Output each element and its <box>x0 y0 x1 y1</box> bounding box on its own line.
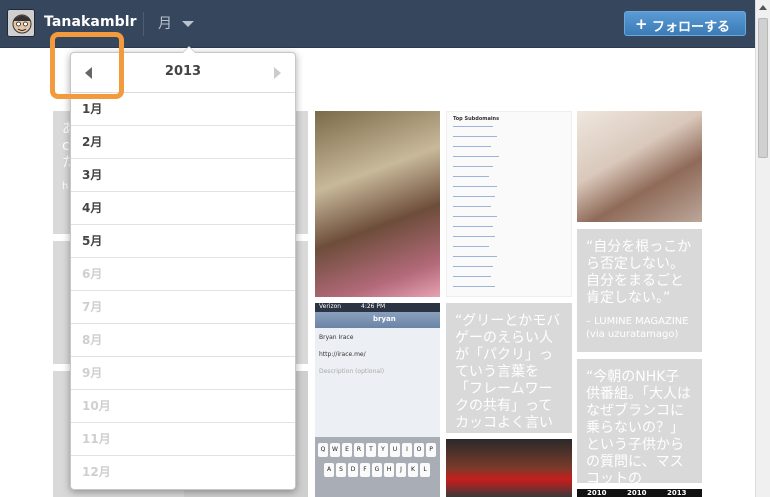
month-picker-dropdown: 2013 1月 2月 3月 4月 5月 6月 7月 8月 9月 10月 11月 … <box>70 46 296 490</box>
photo-post-tile[interactable]: Top Subdomains <box>446 111 572 297</box>
stats-row <box>453 176 489 177</box>
stats-row <box>453 156 499 157</box>
stats-title: Top Subdomains <box>453 116 500 122</box>
month-item-dec: 12月 <box>82 465 111 479</box>
key: P <box>426 443 436 457</box>
key: T <box>366 443 376 457</box>
phone-user: bryan <box>373 315 396 323</box>
month-item-may[interactable]: 5月 <box>71 225 295 258</box>
year-label: 2010 <box>627 489 647 497</box>
stats-row <box>453 266 493 267</box>
key: O <box>414 443 424 457</box>
key: A <box>324 463 334 477</box>
follow-button[interactable]: + フォローする <box>624 11 746 36</box>
phone-nav-bar: bryan <box>315 312 440 328</box>
key: I <box>402 443 412 457</box>
stats-row <box>453 216 497 217</box>
month-item-jun: 6月 <box>71 258 295 291</box>
key: H <box>384 463 394 477</box>
stats-row <box>453 236 495 237</box>
key: L <box>420 463 430 477</box>
key: D <box>348 463 358 477</box>
key: U <box>390 443 400 457</box>
stats-row <box>453 286 495 287</box>
key: Y <box>378 443 388 457</box>
month-item-aug: 8月 <box>71 324 295 357</box>
phone-url: http://irace.me/ <box>319 351 366 358</box>
month-item-sep: 9月 <box>71 357 295 390</box>
plus-icon: + <box>635 15 648 33</box>
key: R <box>354 443 364 457</box>
key: J <box>396 463 406 477</box>
scroll-up-arrow-icon[interactable] <box>759 5 767 10</box>
chevron-down-icon[interactable] <box>182 21 194 27</box>
photo-post-tile[interactable] <box>577 111 702 222</box>
photo-post-tile[interactable]: Verizon 4:26 PM bryan Bryan Irace http:/… <box>315 303 440 497</box>
key: W <box>330 443 340 457</box>
stats-row <box>453 256 497 257</box>
key: E <box>342 443 352 457</box>
year-label: 2010 <box>587 489 607 497</box>
month-item-nov: 11月 <box>71 423 295 456</box>
stats-row <box>453 196 495 197</box>
phone-keyboard: Q W E R T Y U I O P A S D F G H J K L <box>315 437 440 497</box>
quote-source: – LUMINE MAGAZINE (via uzuratamago) <box>586 316 689 340</box>
stats-row <box>453 146 491 147</box>
phone-status-bar: Verizon 4:26 PM <box>315 303 440 312</box>
stats-row <box>453 166 493 167</box>
avatar-face-icon <box>8 10 34 36</box>
stats-row <box>453 226 493 227</box>
page-scrollbar[interactable] <box>755 0 770 497</box>
stats-row <box>453 206 491 207</box>
quote-post-tile[interactable]: “グリーとかモバゲーのえらい人が「パクリ」っていう言葉を「フレームワークの共有」… <box>446 303 572 433</box>
photo-post-tile[interactable]: 2010 2010 2013 <box>577 489 702 497</box>
phone-name: Bryan Irace <box>319 334 354 341</box>
photo-post-tile[interactable] <box>315 111 440 297</box>
stats-row <box>453 246 489 247</box>
header-divider <box>143 12 144 36</box>
key: F <box>360 463 370 477</box>
blog-name[interactable]: Tanakamblr <box>44 14 137 30</box>
phone-time: 4:26 PM <box>361 303 386 310</box>
quote-text: “今朝のNHK子供番組。「大人はなぜブランコに乗らないの？」という子供からの質問… <box>586 369 691 483</box>
month-item-jul: 7月 <box>71 291 295 324</box>
month-item-apr[interactable]: 4月 <box>71 192 295 225</box>
highlight-annotation <box>50 32 124 99</box>
quote-text: “グリーとかモバゲーのえらい人が「パクリ」っていう言葉を「フレームワークの共有」… <box>455 313 561 431</box>
phone-desc: Description (optional) <box>319 368 385 375</box>
stats-row <box>453 186 497 187</box>
key: Q <box>318 443 328 457</box>
blog-avatar[interactable] <box>7 9 35 37</box>
next-year-arrow-icon[interactable] <box>274 67 281 79</box>
scrollbar-thumb[interactable] <box>758 18 768 158</box>
month-item-feb[interactable]: 2月 <box>71 126 295 159</box>
key: K <box>408 463 418 477</box>
quote-post-tile[interactable]: “今朝のNHK子供番組。「大人はなぜブランコに乗らないの？」という子供からの質問… <box>577 359 702 483</box>
phone-carrier: Verizon <box>319 303 342 310</box>
year-label: 2013 <box>667 489 687 497</box>
key: S <box>336 463 346 477</box>
quote-text: “自分を根っこから否定しない。自分をまるごと肯定しない。” <box>586 239 692 306</box>
stats-row <box>453 126 493 127</box>
key: G <box>372 463 382 477</box>
month-item-mar[interactable]: 3月 <box>71 159 295 192</box>
quote-post-tile[interactable]: “自分を根っこから否定しない。自分をまるごと肯定しない。” – LUMINE M… <box>577 229 702 352</box>
stats-row <box>453 136 497 137</box>
month-item-oct: 10月 <box>71 390 295 423</box>
photo-post-tile[interactable] <box>446 439 572 497</box>
stats-row <box>453 276 491 277</box>
follow-button-label: フォローする <box>652 20 731 35</box>
month-dropdown-toggle[interactable]: 月 <box>158 13 172 33</box>
